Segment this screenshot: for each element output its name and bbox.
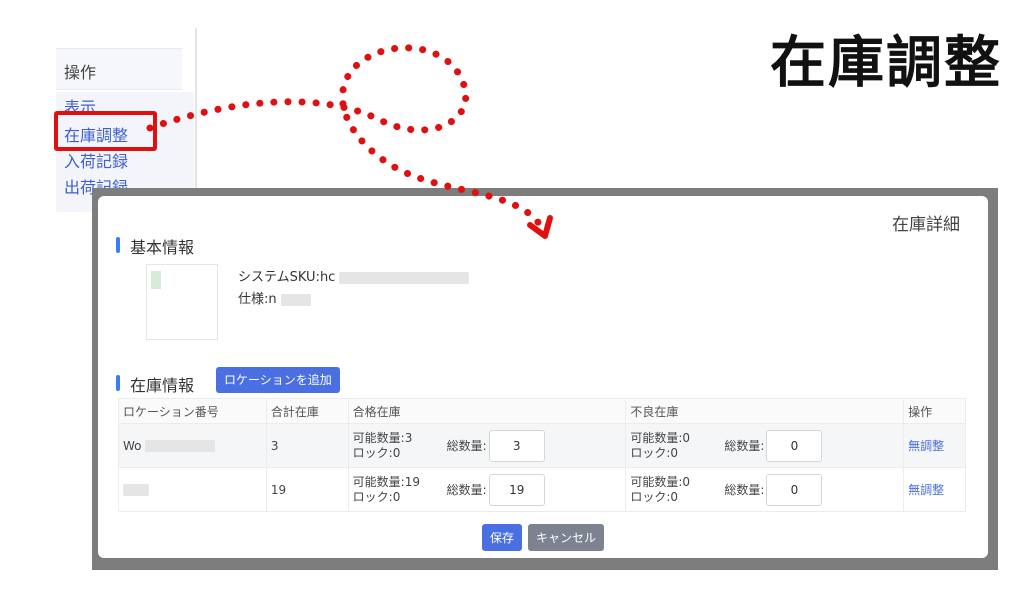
good-qty-label: 総数量: (446, 483, 487, 497)
redacted-spec (280, 293, 311, 306)
stock-detail-modal: 在庫詳細 基本情報 システムSKU:hc 仕様:n 在庫情報 ロケーションを追加… (98, 196, 988, 558)
no-adjust-link[interactable]: 無調整 (908, 483, 944, 497)
col-actions: 操作 (903, 398, 966, 424)
col-total: 合計在庫 (265, 398, 349, 424)
col-good-stock: 合格在庫 (347, 398, 627, 424)
ops-column-header: 操作 (56, 48, 182, 90)
ops-header-label: 操作 (64, 63, 97, 82)
highlight-frame (54, 111, 157, 151)
table-header-row: ロケーション番号 合計在庫 合格在庫 不良在庫 操作 (118, 398, 966, 424)
redacted-location (123, 484, 149, 496)
inbound-record-link[interactable]: 入荷記録 (64, 148, 128, 172)
page-title: 在庫調整 (770, 31, 1002, 96)
no-adjust-link[interactable]: 無調整 (908, 439, 944, 453)
location-cell (118, 467, 267, 512)
bad-qty-input[interactable] (766, 429, 823, 462)
good-qty-input[interactable] (488, 429, 545, 462)
redacted-sku (339, 271, 470, 284)
cancel-button[interactable]: キャンセル (528, 524, 605, 551)
modal-footer: 保存 キャンセル (482, 524, 605, 551)
basic-info-heading: 基本情報 (116, 234, 194, 258)
col-defective-stock: 不良在庫 (625, 398, 905, 424)
modal-title: 在庫詳細 (892, 215, 960, 235)
sku-line: システムSKU:hc (238, 266, 470, 285)
spec-label: 仕様: (238, 292, 269, 307)
stock-info-heading: 在庫情報 (116, 372, 194, 396)
defective-stock-cell: 可能数量:0 ロック:0 総数量: (625, 467, 905, 512)
product-image (146, 264, 218, 340)
bad-qty-label: 総数量: (724, 439, 765, 453)
bad-available: 可能数量:0 (630, 430, 691, 445)
location-value: Wo (123, 438, 142, 453)
good-stock-cell: 可能数量:19 ロック:0 総数量: (347, 467, 627, 512)
good-available: 可能数量:19 (352, 474, 420, 489)
add-location-button[interactable]: ロケーションを追加 (216, 367, 340, 393)
sku-value: hc (319, 270, 336, 285)
total-cell: 19 (265, 467, 349, 512)
good-lock: ロック:0 (352, 445, 401, 460)
good-stock-cell: 可能数量:3 ロック:0 総数量: (347, 423, 627, 468)
save-button[interactable]: 保存 (482, 524, 523, 551)
redacted-location (145, 440, 216, 452)
stock-table: ロケーション番号 合計在庫 合格在庫 不良在庫 操作 Wo 3 可能数量:3 ロ… (118, 398, 966, 512)
good-available: 可能数量:3 (352, 430, 413, 445)
bad-qty-label: 総数量: (724, 483, 765, 497)
action-cell: 無調整 (903, 467, 966, 512)
bad-qty-input[interactable] (766, 473, 823, 506)
image-thumbnail (151, 271, 161, 289)
good-qty-label: 総数量: (446, 439, 487, 453)
total-cell: 3 (265, 423, 349, 468)
defective-stock-cell: 可能数量:0 ロック:0 総数量: (625, 423, 905, 468)
bad-lock: ロック:0 (630, 489, 679, 504)
location-cell: Wo (118, 423, 267, 468)
table-row: Wo 3 可能数量:3 ロック:0 総数量: 3 可能数量:0 ロック:0 総数… (118, 423, 966, 468)
spec-value: n (268, 292, 277, 307)
sku-label: システムSKU: (238, 270, 320, 285)
good-lock: ロック:0 (352, 489, 401, 504)
col-location: ロケーション番号 (118, 398, 267, 424)
bad-lock: ロック:0 (630, 445, 679, 460)
bad-available: 可能数量:0 (630, 474, 691, 489)
table-row: 19 可能数量:19 ロック:0 総数量: 19 可能数量:0 ロック:0 総数… (118, 467, 966, 512)
good-qty-input[interactable] (488, 473, 545, 506)
screenshot-stage: 操作 表示 在庫調整 入荷記録 出荷記録 在庫調整 在庫詳細 基本情報 システム… (0, 0, 1024, 600)
spec-line: 仕様:n (238, 288, 311, 307)
action-cell: 無調整 (903, 423, 966, 468)
